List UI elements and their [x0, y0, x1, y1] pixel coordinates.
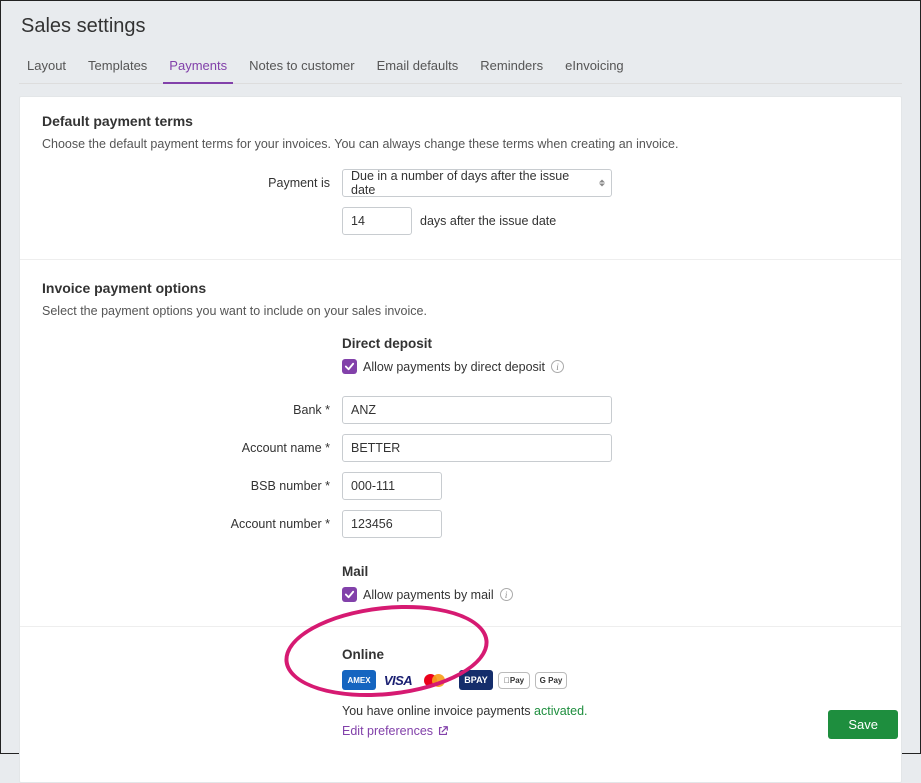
mastercard-icon — [420, 670, 454, 690]
bank-input[interactable] — [342, 396, 612, 424]
account-number-label: Account number — [42, 517, 342, 531]
tab-templates[interactable]: Templates — [86, 52, 149, 83]
info-icon[interactable]: i — [500, 588, 513, 601]
payment-is-value: Due in a number of days after the issue … — [351, 169, 589, 197]
check-icon — [344, 589, 355, 600]
invoice-options-desc: Select the payment options you want to i… — [42, 304, 879, 318]
mail-checkbox[interactable] — [342, 587, 357, 602]
tab-einvoicing[interactable]: eInvoicing — [563, 52, 626, 83]
tab-notes[interactable]: Notes to customer — [247, 52, 357, 83]
payment-is-label: Payment is — [42, 176, 342, 190]
mail-title: Mail — [342, 564, 879, 579]
google-pay-icon: G Pay — [535, 672, 567, 689]
apple-pay-icon: Pay — [498, 672, 530, 689]
tabs-bar: Layout Templates Payments Notes to custo… — [19, 52, 902, 84]
mail-allow-label: Allow payments by mail — [363, 588, 494, 602]
online-status-prefix: You have online invoice payments — [342, 704, 534, 718]
days-suffix: days after the issue date — [420, 214, 556, 228]
online-status-active: activated. — [534, 704, 588, 718]
invoice-options-title: Invoice payment options — [42, 280, 879, 296]
default-terms-desc: Choose the default payment terms for you… — [42, 137, 879, 151]
bpay-icon: BPAY — [459, 670, 493, 690]
direct-deposit-title: Direct deposit — [342, 336, 879, 351]
days-input[interactable] — [342, 207, 412, 235]
bsb-input[interactable] — [342, 472, 442, 500]
direct-deposit-checkbox[interactable] — [342, 359, 357, 374]
settings-card: Default payment terms Choose the default… — [19, 96, 902, 783]
bsb-label: BSB number — [42, 479, 342, 493]
divider — [20, 259, 901, 260]
tab-layout[interactable]: Layout — [25, 52, 68, 83]
account-name-label: Account name — [42, 441, 342, 455]
divider — [20, 626, 901, 627]
payment-is-select[interactable]: Due in a number of days after the issue … — [342, 169, 612, 197]
payment-logos: AMEX VISA BPAY Pay G Pay — [342, 670, 879, 690]
bank-label: Bank — [42, 403, 342, 417]
online-status: You have online invoice payments activat… — [342, 704, 879, 718]
tab-payments[interactable]: Payments — [167, 52, 229, 83]
default-terms-title: Default payment terms — [42, 113, 879, 129]
edit-preferences-label: Edit preferences — [342, 724, 433, 738]
tab-reminders[interactable]: Reminders — [478, 52, 545, 83]
account-number-input[interactable] — [342, 510, 442, 538]
save-button[interactable]: Save — [828, 710, 898, 739]
tab-email[interactable]: Email defaults — [375, 52, 461, 83]
info-icon[interactable]: i — [551, 360, 564, 373]
check-icon — [344, 361, 355, 372]
edit-preferences-link[interactable]: Edit preferences — [342, 724, 449, 738]
chevron-updown-icon — [599, 180, 605, 187]
direct-deposit-allow-label: Allow payments by direct deposit — [363, 360, 545, 374]
external-link-icon — [437, 725, 449, 737]
account-name-input[interactable] — [342, 434, 612, 462]
amex-icon: AMEX — [342, 670, 376, 690]
page-title: Sales settings — [21, 15, 902, 38]
visa-icon: VISA — [381, 670, 415, 690]
online-title: Online — [342, 647, 879, 662]
